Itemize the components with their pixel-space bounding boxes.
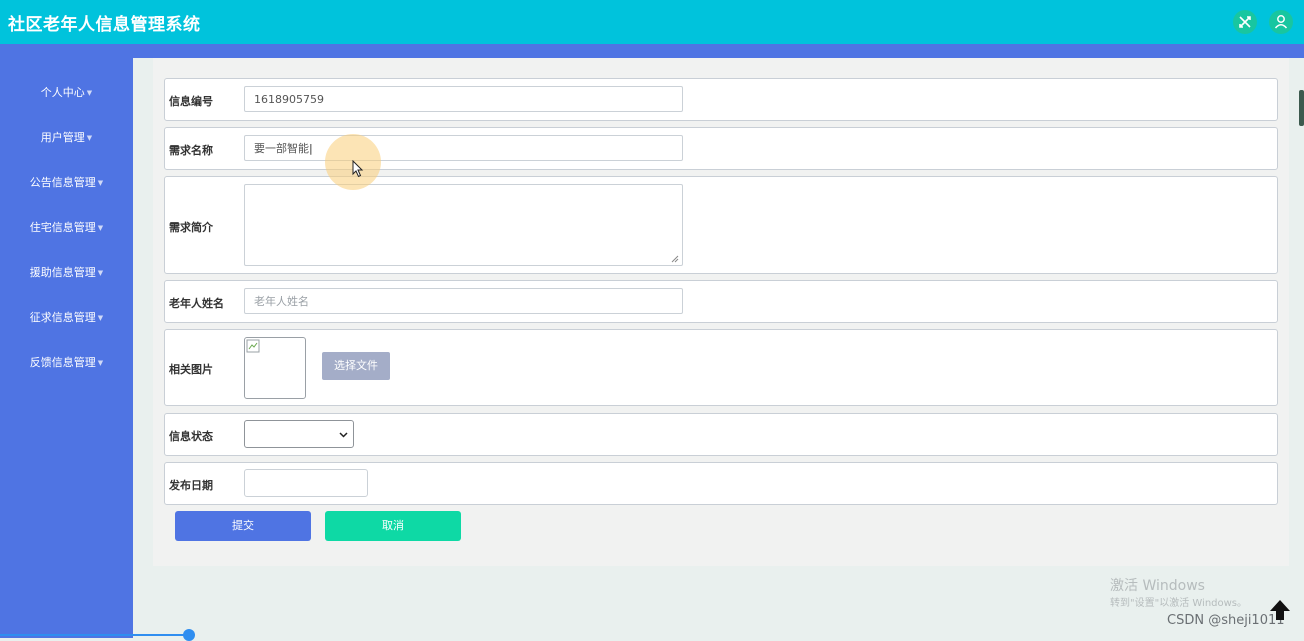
chevron-down-icon: ▼ [86, 134, 93, 142]
sidebar-item-label: 援助信息管理 [29, 266, 96, 279]
chevron-down-icon: ▼ [97, 269, 104, 277]
sidebar-item-label: 公告信息管理 [29, 176, 96, 189]
sidebar-item-label: 反馈信息管理 [29, 356, 96, 369]
chevron-down-icon: ▼ [86, 89, 93, 97]
sidebar-item-label: 征求信息管理 [29, 311, 96, 324]
csdn-credit: CSDN @sheji1011 [1167, 613, 1285, 628]
shuffle-icon[interactable] [1233, 10, 1257, 34]
date-input[interactable] [244, 469, 368, 497]
sidebar-item-user-management[interactable]: 用户管理 ▼ [0, 129, 133, 145]
chevron-down-icon: ▼ [97, 314, 104, 322]
elder-name-label: 老年人姓名 [169, 297, 224, 310]
elder-name-input[interactable]: 老年人姓名 [244, 288, 683, 314]
req-name-value: 要一部智能 [254, 142, 309, 155]
date-row: 发布日期 [164, 462, 1278, 505]
info-id-input[interactable]: 1618905759 [244, 86, 683, 112]
req-desc-label: 需求简介 [169, 221, 213, 234]
activation-watermark: 激活 Windows [1110, 578, 1205, 594]
req-desc-textarea[interactable] [244, 184, 683, 266]
elder-name-row: 老年人姓名 老年人姓名 [164, 280, 1278, 323]
info-id-label: 信息编号 [169, 95, 213, 108]
chevron-down-icon: ▼ [97, 179, 104, 187]
mouse-pointer-icon [352, 160, 364, 178]
progress-handle[interactable] [183, 629, 195, 641]
sidebar-item-label: 用户管理 [40, 131, 85, 144]
info-id-row: 信息编号 1618905759 [164, 78, 1278, 121]
req-desc-row: 需求简介 [164, 176, 1278, 274]
sidebar-item-personal-center[interactable]: 个人中心 ▼ [0, 84, 133, 100]
top-bar: 社区老年人信息管理系统 [0, 0, 1304, 44]
image-preview [244, 337, 306, 399]
image-label: 相关图片 [169, 363, 213, 376]
sidebar-item-announcement[interactable]: 公告信息管理 ▼ [0, 174, 133, 190]
cancel-button[interactable]: 取消 [325, 511, 461, 541]
activation-watermark-hint: 转到"设置"以激活 Windows。 [1110, 598, 1248, 609]
scrollbar-handle[interactable] [1299, 90, 1304, 126]
status-row: 信息状态 [164, 413, 1278, 456]
sidebar-item-label: 个人中心 [40, 86, 85, 99]
text-caret: | [309, 142, 313, 155]
date-label: 发布日期 [169, 479, 213, 492]
choose-file-button[interactable]: 选择文件 [322, 352, 390, 380]
info-id-value: 1618905759 [254, 93, 324, 106]
submit-button[interactable]: 提交 [175, 511, 311, 541]
chevron-down-icon [339, 432, 348, 438]
sidebar: 个人中心 ▼ 用户管理 ▼ 公告信息管理 ▼ 住宅信息管理 ▼ 援助信息管理 ▼ 征求信息… [0, 58, 133, 638]
broken-image-icon [246, 339, 260, 353]
back-to-top-icon[interactable] [1268, 598, 1292, 624]
progress-track [0, 634, 190, 636]
resize-grip-icon[interactable] [671, 255, 679, 263]
sidebar-item-feedback[interactable]: 反馈信息管理 ▼ [0, 354, 133, 370]
req-name-label: 需求名称 [169, 144, 213, 157]
status-select[interactable] [244, 420, 354, 448]
sidebar-item-residence[interactable]: 住宅信息管理 ▼ [0, 219, 133, 235]
status-label: 信息状态 [169, 430, 213, 443]
elder-name-placeholder: 老年人姓名 [254, 295, 309, 308]
image-row: 相关图片 选择文件 [164, 329, 1278, 406]
req-name-input[interactable]: 要一部智能| [244, 135, 683, 161]
sidebar-item-assistance[interactable]: 援助信息管理 ▼ [0, 264, 133, 280]
header-strip [0, 44, 1304, 58]
sidebar-item-label: 住宅信息管理 [29, 221, 96, 234]
app-title: 社区老年人信息管理系统 [8, 15, 201, 35]
sidebar-item-solicitation[interactable]: 征求信息管理 ▼ [0, 309, 133, 325]
chevron-down-icon: ▼ [97, 359, 104, 367]
chevron-down-icon: ▼ [97, 224, 104, 232]
user-icon[interactable] [1269, 10, 1293, 34]
